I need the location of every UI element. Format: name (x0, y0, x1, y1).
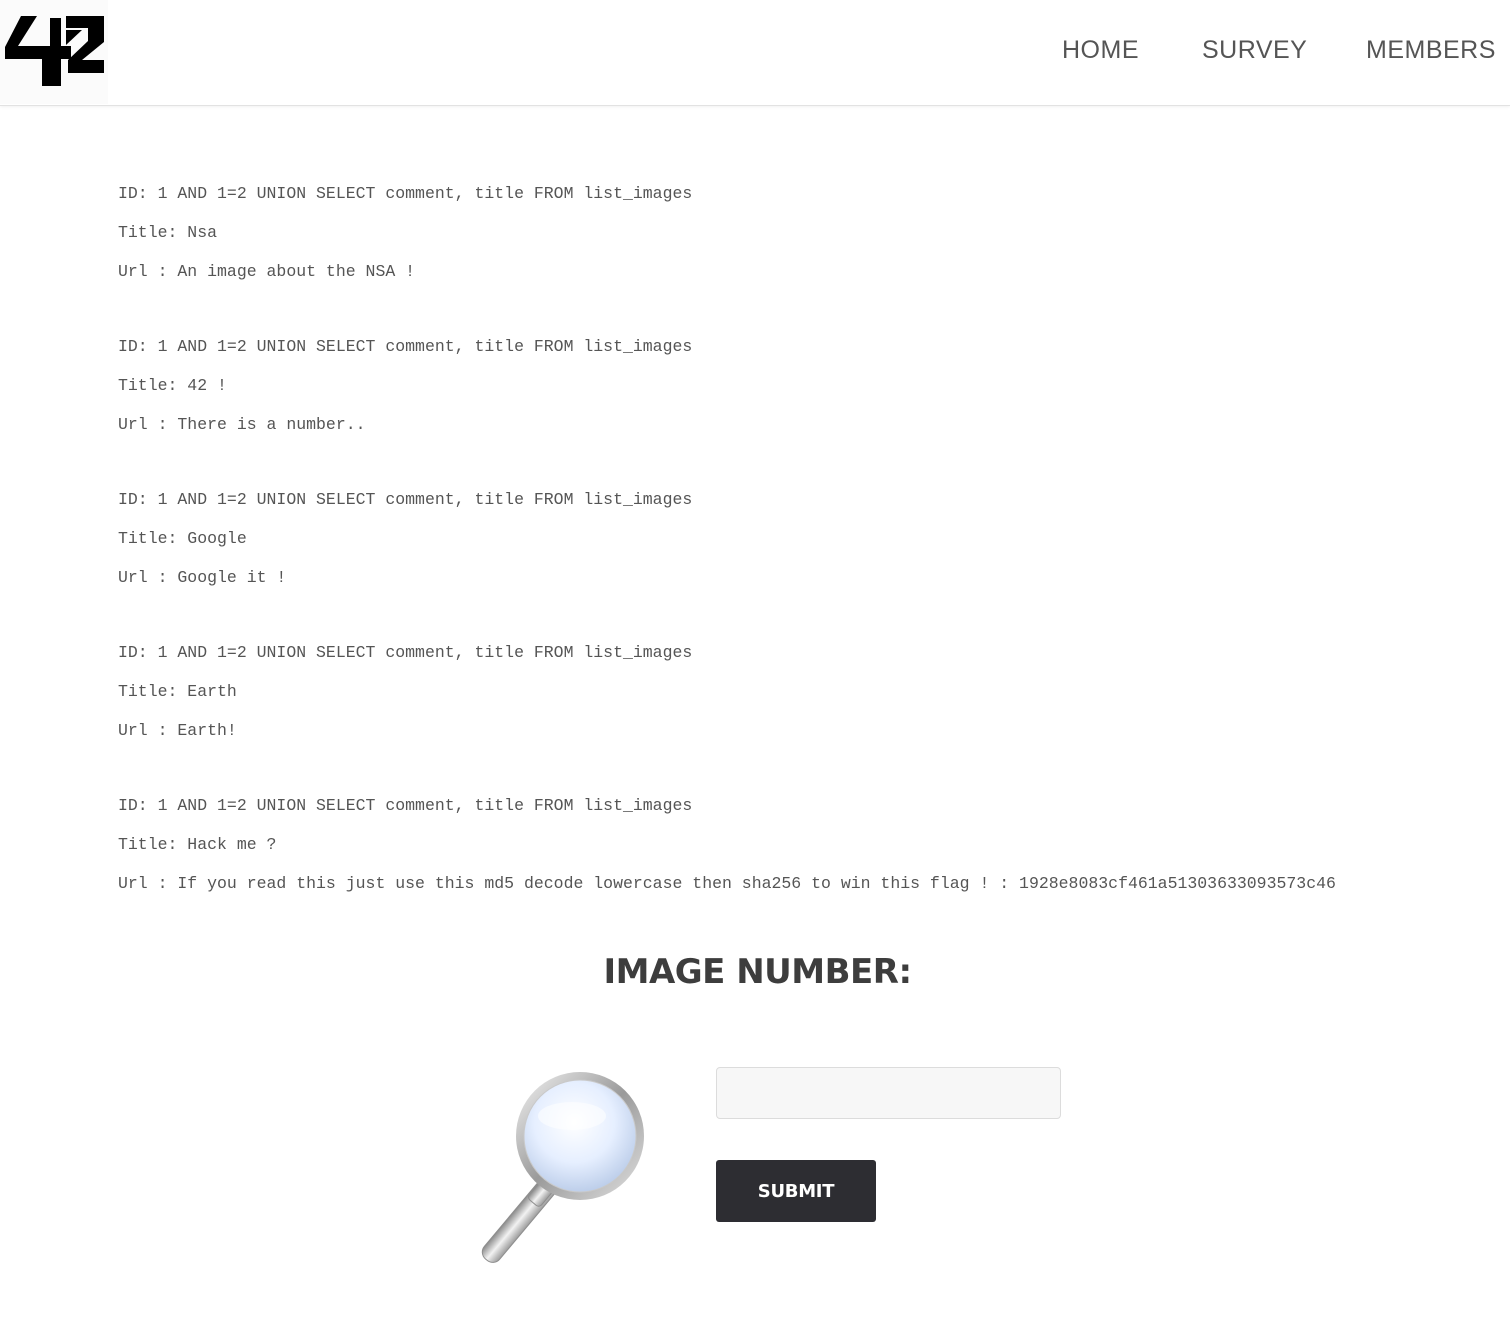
result-record: ID: 1 AND 1=2 UNION SELECT comment, titl… (118, 333, 1498, 486)
result-url-line: Url : Google it ! (118, 568, 287, 587)
result-id-line: ID: 1 AND 1=2 UNION SELECT comment, titl… (118, 490, 693, 509)
result-title-line: Title: Earth (118, 682, 237, 701)
image-number-input[interactable] (716, 1067, 1061, 1119)
result-id-line: ID: 1 AND 1=2 UNION SELECT comment, titl… (118, 184, 693, 203)
result-url-line: Url : There is a number.. (118, 415, 366, 434)
result-title-line: Title: Google (118, 529, 247, 548)
result-record: ID: 1 AND 1=2 UNION SELECT comment, titl… (118, 639, 1498, 792)
result-id-line: ID: 1 AND 1=2 UNION SELECT comment, titl… (118, 337, 693, 356)
result-url-line: Url : An image about the NSA ! (118, 262, 416, 281)
result-record: ID: 1 AND 1=2 UNION SELECT comment, titl… (118, 180, 1498, 333)
nav-survey-link[interactable]: SURVEY (1202, 0, 1307, 100)
42-logo-icon[interactable] (0, 0, 108, 104)
result-title-line: Title: 42 ! (118, 376, 227, 395)
nav-members-link[interactable]: MEMBERS (1366, 0, 1496, 100)
result-title-line: Title: Nsa (118, 223, 218, 242)
result-title-line: Title: Hack me ? (118, 835, 277, 854)
result-record: ID: 1 AND 1=2 UNION SELECT comment, titl… (118, 792, 1498, 945)
result-url-line: Url : Earth! (118, 721, 237, 740)
query-results: ID: 1 AND 1=2 UNION SELECT comment, titl… (118, 180, 1498, 945)
result-id-line: ID: 1 AND 1=2 UNION SELECT comment, titl… (118, 643, 693, 662)
nav-home-link[interactable]: HOME (1062, 0, 1139, 100)
image-number-heading: IMAGE NUMBER: (603, 952, 912, 992)
submit-button[interactable]: SUBMIT (716, 1160, 876, 1222)
magnifier-icon (474, 1064, 658, 1268)
result-url-line: Url : If you read this just use this md5… (118, 874, 1336, 893)
result-id-line: ID: 1 AND 1=2 UNION SELECT comment, titl… (118, 796, 693, 815)
result-record: ID: 1 AND 1=2 UNION SELECT comment, titl… (118, 486, 1498, 639)
site-header: HOME SURVEY MEMBERS (0, 0, 1510, 106)
